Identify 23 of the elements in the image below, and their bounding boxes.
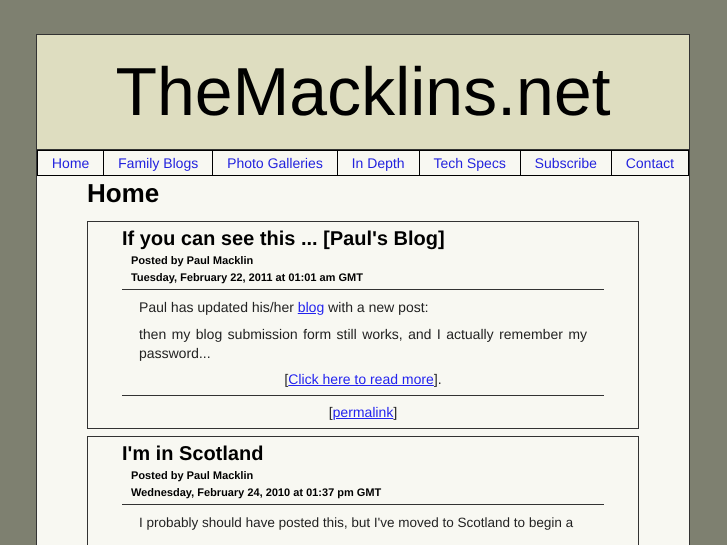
post-intro: Paul has updated his/her blog with a new post: [139, 298, 430, 317]
nav-link[interactable]: Contact [610, 150, 689, 176]
nav-link[interactable]: Photo Galleries [212, 150, 338, 176]
permalink-line: [permalink] [328, 404, 398, 420]
post-author: Posted by Paul Macklin [131, 255, 254, 267]
site-title: TheMacklins.net [115, 53, 611, 131]
post-date: Wednesday, February 24, 2010 at 01:37 pm GMT [131, 487, 382, 499]
post-title: If you can see this ... [Paul's Blog] [122, 228, 446, 251]
read-more-link[interactable]: Click here to read more [288, 371, 434, 387]
post-body: I probably should have posted this, but I've moved to Scotland to begin a [139, 514, 574, 532]
permalink-link[interactable]: permalink [332, 404, 394, 420]
blog-link[interactable]: blog [298, 299, 324, 315]
post-title: I'm in Scotland [122, 443, 264, 466]
post-excerpt: then my blog submission form still works, and I actually remember my password... [139, 325, 587, 363]
nav-link[interactable]: Subscribe [520, 150, 612, 176]
post-date: Tuesday, February 22, 2011 at 01:01 am GMT [131, 272, 364, 284]
nav-link[interactable]: In Depth [336, 150, 420, 176]
page-heading: Home [87, 178, 160, 209]
post-author: Posted by Paul Macklin [131, 470, 254, 482]
read-more-line: [Click here to read more]. [283, 371, 443, 387]
nav-link[interactable]: Home [37, 150, 104, 176]
nav-link[interactable]: Tech Specs [418, 150, 521, 176]
nav-link[interactable]: Family Blogs [103, 150, 214, 176]
